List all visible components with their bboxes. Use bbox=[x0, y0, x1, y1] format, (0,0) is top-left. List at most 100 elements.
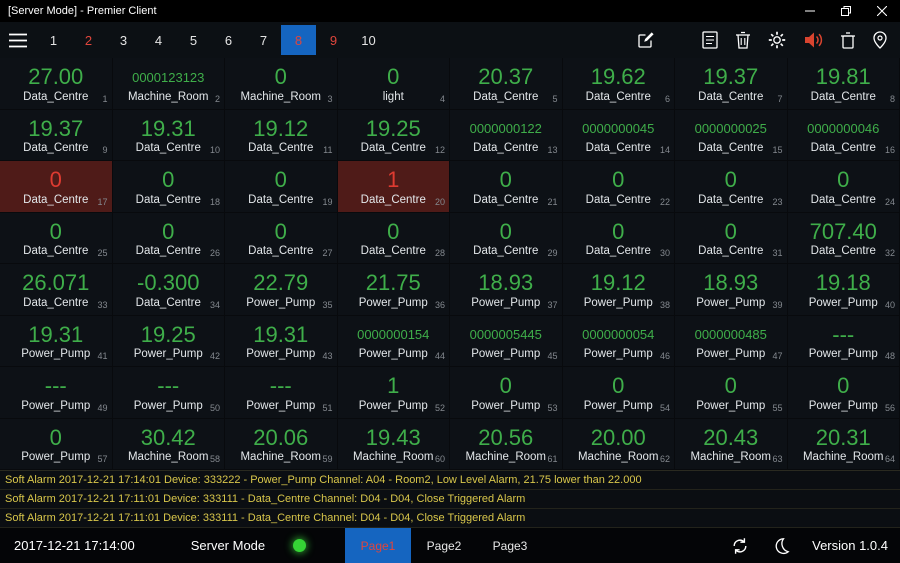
grid-tile[interactable]: 18.93 Power_Pump 39 bbox=[675, 264, 788, 316]
grid-tile[interactable]: 20.00 Machine_Room 62 bbox=[562, 418, 675, 470]
grid-tile[interactable]: 0000000045 Data_Centre 14 bbox=[562, 109, 675, 161]
grid-tile[interactable]: 19.81 Data_Centre 8 bbox=[787, 58, 900, 110]
grid-tile[interactable]: 20.06 Machine_Room 59 bbox=[225, 418, 338, 470]
tile-label: Data_Centre bbox=[585, 90, 651, 103]
grid-tile[interactable]: 19.62 Data_Centre 6 bbox=[562, 58, 675, 110]
alarm-row[interactable]: Soft Alarm 2017-12-21 17:14:01 Device: 3… bbox=[0, 471, 900, 490]
grid-tile[interactable]: 19.12 Data_Centre 11 bbox=[225, 109, 338, 161]
sync-button[interactable] bbox=[730, 537, 750, 555]
grid-tile[interactable]: -0.300 Data_Centre 34 bbox=[112, 264, 225, 316]
grid-tile[interactable]: 0 Data_Centre 22 bbox=[562, 161, 675, 213]
grid-tile[interactable]: 1 Data_Centre 20 bbox=[337, 161, 450, 213]
grid-tile[interactable]: 0 Data_Centre 27 bbox=[225, 212, 338, 264]
location-button[interactable] bbox=[873, 31, 887, 49]
toolbar-tab[interactable]: 9 bbox=[316, 25, 351, 55]
grid-tile[interactable]: 19.18 Power_Pump 40 bbox=[787, 264, 900, 316]
grid-tile[interactable]: --- Power_Pump 49 bbox=[0, 367, 113, 419]
grid-tile[interactable]: 0000000025 Data_Centre 15 bbox=[675, 109, 788, 161]
grid-tile[interactable]: 0 Data_Centre 28 bbox=[337, 212, 450, 264]
grid-tile[interactable]: 22.79 Power_Pump 35 bbox=[225, 264, 338, 316]
grid-tile[interactable]: 0 Data_Centre 26 bbox=[112, 212, 225, 264]
alarm-row[interactable]: Soft Alarm 2017-12-21 17:11:01 Device: 3… bbox=[0, 490, 900, 509]
menu-button[interactable] bbox=[0, 33, 36, 48]
grid-tile[interactable]: 18.93 Power_Pump 37 bbox=[450, 264, 563, 316]
grid-tile[interactable]: 0000000485 Power_Pump 47 bbox=[675, 315, 788, 367]
grid-tile[interactable]: 707.40 Data_Centre 32 bbox=[787, 212, 900, 264]
grid-tile[interactable]: 0 Power_Pump 54 bbox=[562, 367, 675, 419]
grid-tile[interactable]: 0 Data_Centre 31 bbox=[675, 212, 788, 264]
page-tab[interactable]: Page3 bbox=[477, 528, 543, 563]
tile-footer: Power_Pump 50 bbox=[113, 396, 225, 414]
grid-tile[interactable]: 19.37 Data_Centre 7 bbox=[675, 58, 788, 110]
settings-button[interactable] bbox=[768, 31, 786, 49]
grid-tile[interactable]: 0000000154 Power_Pump 44 bbox=[337, 315, 450, 367]
grid-tile[interactable]: 0 Data_Centre 30 bbox=[562, 212, 675, 264]
grid-tile[interactable]: 26.071 Data_Centre 33 bbox=[0, 264, 113, 316]
maximize-button[interactable] bbox=[828, 0, 864, 22]
toolbar-tab[interactable]: 4 bbox=[141, 25, 176, 55]
grid-tile[interactable]: 0 Data_Centre 18 bbox=[112, 161, 225, 213]
tile-label: Power_Pump bbox=[358, 348, 428, 360]
toolbar-tab[interactable]: 2 bbox=[71, 25, 106, 55]
tile-index: 38 bbox=[659, 299, 670, 310]
grid-tile[interactable]: 20.43 Machine_Room 63 bbox=[675, 418, 788, 470]
grid-tile[interactable]: 1 Power_Pump 52 bbox=[337, 367, 450, 419]
grid-tile[interactable]: 19.43 Machine_Room 60 bbox=[337, 418, 450, 470]
clear-alarms-button[interactable] bbox=[840, 31, 856, 49]
grid-tile[interactable]: 19.31 Power_Pump 41 bbox=[0, 315, 113, 367]
grid-tile[interactable]: --- Power_Pump 51 bbox=[225, 367, 338, 419]
grid-tile[interactable]: 0 Data_Centre 29 bbox=[450, 212, 563, 264]
grid-tile[interactable]: 0 light 4 bbox=[337, 58, 450, 110]
grid-tile[interactable]: 0000000046 Data_Centre 16 bbox=[787, 109, 900, 161]
grid-tile[interactable]: 0 Power_Pump 55 bbox=[675, 367, 788, 419]
note-button[interactable] bbox=[702, 31, 718, 49]
mute-button[interactable] bbox=[803, 31, 823, 49]
grid-tile[interactable]: 20.31 Machine_Room 64 bbox=[787, 418, 900, 470]
grid-tile[interactable]: 19.25 Power_Pump 42 bbox=[112, 315, 225, 367]
grid-tile[interactable]: 0 Data_Centre 21 bbox=[450, 161, 563, 213]
minimize-button[interactable] bbox=[792, 0, 828, 22]
tile-index: 28 bbox=[434, 248, 445, 258]
grid-tile[interactable]: 0 Data_Centre 25 bbox=[0, 212, 113, 264]
trash-icon bbox=[736, 31, 750, 49]
alarm-row[interactable]: Soft Alarm 2017-12-21 17:11:01 Device: 3… bbox=[0, 509, 900, 528]
grid-tile[interactable]: 0 Data_Centre 19 bbox=[225, 161, 338, 213]
grid-tile[interactable]: 19.12 Power_Pump 38 bbox=[562, 264, 675, 316]
grid-tile[interactable]: 0000005445 Power_Pump 45 bbox=[450, 315, 563, 367]
toolbar-tab[interactable]: 8 bbox=[281, 25, 316, 55]
grid-tile[interactable]: 20.56 Machine_Room 61 bbox=[450, 418, 563, 470]
grid-tile[interactable]: 21.75 Power_Pump 36 bbox=[337, 264, 450, 316]
grid-tile[interactable]: 0000000054 Power_Pump 46 bbox=[562, 315, 675, 367]
grid-tile[interactable]: 0 Machine_Room 3 bbox=[225, 58, 338, 110]
page-tab[interactable]: Page2 bbox=[411, 528, 477, 563]
grid-tile[interactable]: 0 Data_Centre 24 bbox=[787, 161, 900, 213]
grid-tile[interactable]: 19.37 Data_Centre 9 bbox=[0, 109, 113, 161]
grid-tile[interactable]: 27.00 Data_Centre 1 bbox=[0, 58, 113, 110]
toolbar-tab[interactable]: 6 bbox=[211, 25, 246, 55]
grid-tile[interactable]: 20.37 Data_Centre 5 bbox=[450, 58, 563, 110]
page-tab[interactable]: Page1 bbox=[345, 528, 411, 563]
toolbar-tab[interactable]: 10 bbox=[351, 25, 386, 55]
close-button[interactable] bbox=[864, 0, 900, 22]
grid-tile[interactable]: 0 Data_Centre 23 bbox=[675, 161, 788, 213]
night-mode-button[interactable] bbox=[772, 537, 790, 555]
grid-tile[interactable]: 0000123123 Machine_Room 2 bbox=[112, 58, 225, 110]
grid-tile[interactable]: --- Power_Pump 50 bbox=[112, 367, 225, 419]
grid-tile[interactable]: 19.31 Power_Pump 43 bbox=[225, 315, 338, 367]
grid-tile[interactable]: 19.25 Data_Centre 12 bbox=[337, 109, 450, 161]
grid-tile[interactable]: 0 Data_Centre 17 bbox=[0, 161, 113, 213]
grid-tile[interactable]: --- Power_Pump 48 bbox=[787, 315, 900, 367]
grid-tile[interactable]: 0 Power_Pump 53 bbox=[450, 367, 563, 419]
toolbar-tab[interactable]: 3 bbox=[106, 25, 141, 55]
delete-button[interactable] bbox=[735, 31, 751, 49]
grid-tile[interactable]: 0000000122 Data_Centre 13 bbox=[450, 109, 563, 161]
tile-index: 29 bbox=[547, 248, 558, 258]
grid-tile[interactable]: 30.42 Machine_Room 58 bbox=[112, 418, 225, 470]
grid-tile[interactable]: 0 Power_Pump 57 bbox=[0, 418, 113, 470]
edit-button[interactable] bbox=[637, 31, 655, 49]
toolbar-tab[interactable]: 7 bbox=[246, 25, 281, 55]
toolbar-tab[interactable]: 5 bbox=[176, 25, 211, 55]
toolbar-tab[interactable]: 1 bbox=[36, 25, 71, 55]
grid-tile[interactable]: 19.31 Data_Centre 10 bbox=[112, 109, 225, 161]
grid-tile[interactable]: 0 Power_Pump 56 bbox=[787, 367, 900, 419]
